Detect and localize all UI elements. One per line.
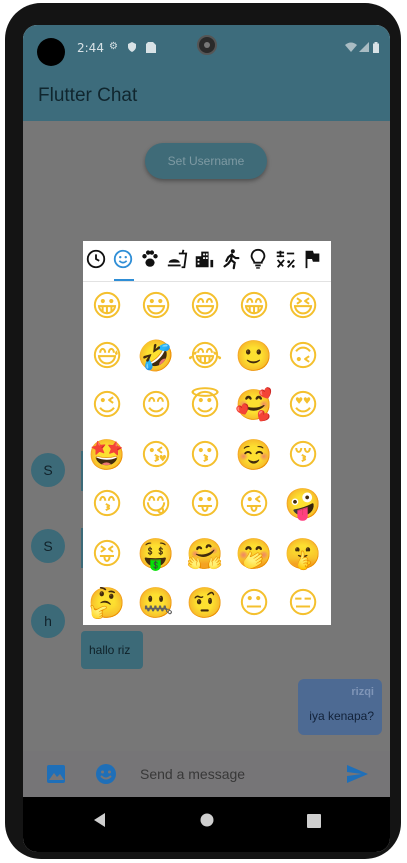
emoji-cell[interactable]: 😚 [281,434,325,478]
message-input[interactable]: Send a message [140,766,245,782]
emoji-cell[interactable]: 😑 [281,582,325,626]
screen: 2:44 ⚙ Flutter Chat Set Username S S h h… [23,25,390,852]
avatar: S [31,529,65,563]
emoji-cell[interactable]: 🤩 [85,434,129,478]
emoji-cell[interactable]: 🤐 [134,582,178,626]
incoming-message-bubble: hallo riz [81,631,143,669]
wifi-status-icon [345,42,357,52]
emoji-cell[interactable]: ☺️ [232,434,276,478]
emoji-cell[interactable]: 🙂 [232,335,276,379]
set-username-button[interactable]: Set Username [145,143,267,179]
travel-icon[interactable] [193,248,217,272]
battery-status-icon [373,42,383,53]
emoji-cell[interactable]: 😆 [281,285,325,329]
emoji-cell[interactable]: 🤫 [281,533,325,577]
food-icon[interactable] [166,248,190,272]
emoji-cell[interactable]: 🥰 [232,384,276,428]
symbols-icon[interactable] [274,248,298,272]
emoji-cell[interactable]: 🤪 [281,483,325,527]
emoji-cell[interactable]: 😃 [134,285,178,329]
recents-nav-icon[interactable] [307,813,321,832]
outgoing-message-bubble: rizqi iya kenapa? [298,679,382,735]
message-composer: Send a message [23,751,390,797]
emoji-cell[interactable]: 🙃 [281,335,325,379]
emoji-cell[interactable]: 😘 [134,434,178,478]
message-text: iya kenapa? [309,709,374,723]
emoji-cell[interactable]: 😀 [85,285,129,329]
emoji-cell[interactable]: 😗 [183,434,227,478]
sim-status-icon [146,42,156,53]
emoji-cell[interactable]: 🤔 [85,582,129,626]
emoji-cell[interactable]: 🤨 [183,582,227,626]
emoji-cell[interactable]: 😐 [232,582,276,626]
emoji-cell[interactable]: 😁 [232,285,276,329]
status-time: 2:44 [77,41,104,55]
avatar: S [31,453,65,487]
emoji-cell[interactable]: 😇 [183,384,227,428]
objects-icon[interactable] [247,248,271,272]
front-camera [197,35,217,55]
emoji-cell[interactable]: 😋 [134,483,178,527]
system-nav-bar [23,797,390,852]
back-nav-icon[interactable] [92,812,108,832]
shield-status-icon [127,42,137,52]
punch-hole-camera [37,38,65,66]
emoji-picker: 😀 😃 😄 😁 😆 😅 🤣 😂 🙂 🙃 😉 😊 😇 🥰 😍 🤩 😘 😗 ☺️ 😚 😙 😋 😛 😜 🤪 😝 🤑 🤗 🤭 🤫 🤔 🤐 🤨 😐 😑 [83,241,331,625]
emoji-cell[interactable]: 😝 [85,533,129,577]
emoji-cell[interactable]: 😄 [183,285,227,329]
emoji-cell[interactable]: 😛 [183,483,227,527]
emoji-cell[interactable]: 🤣 [134,335,178,379]
message-sender: rizqi [351,686,374,698]
signal-status-icon [359,42,369,52]
app-title: Flutter Chat [38,85,138,106]
emoji-cell[interactable]: 😉 [85,384,129,428]
emoji-cell[interactable]: 😜 [232,483,276,527]
recent-icon[interactable] [85,248,109,272]
emoji-cell[interactable]: 😅 [85,335,129,379]
emoji-cell[interactable]: 😂 [183,335,227,379]
emoji-cell[interactable]: 🤑 [134,533,178,577]
selected-tab-indicator [114,279,134,281]
emoji-cell[interactable]: 🤗 [183,533,227,577]
send-icon[interactable] [345,762,369,786]
smileys-icon[interactable] [112,248,136,272]
home-nav-icon[interactable] [199,812,215,832]
phone-frame: 2:44 ⚙ Flutter Chat Set Username S S h h… [5,3,401,859]
emoji-cell[interactable]: 🤭 [232,533,276,577]
emoji-cell[interactable]: 😊 [134,384,178,428]
emoji-category-tabs [83,241,331,282]
app-bar: Flutter Chat [23,71,390,121]
avatar: h [31,604,65,638]
emoji-icon[interactable] [94,762,118,786]
message-text: hallo riz [89,643,131,657]
activities-icon[interactable] [220,248,244,272]
settings-status-icon: ⚙ [109,41,118,52]
emoji-cell[interactable]: 😍 [281,384,325,428]
emoji-cell[interactable]: 😙 [85,483,129,527]
animals-icon[interactable] [139,248,163,272]
flags-icon[interactable] [301,248,325,272]
status-bar: 2:44 ⚙ [23,25,390,71]
image-icon[interactable] [44,762,68,786]
